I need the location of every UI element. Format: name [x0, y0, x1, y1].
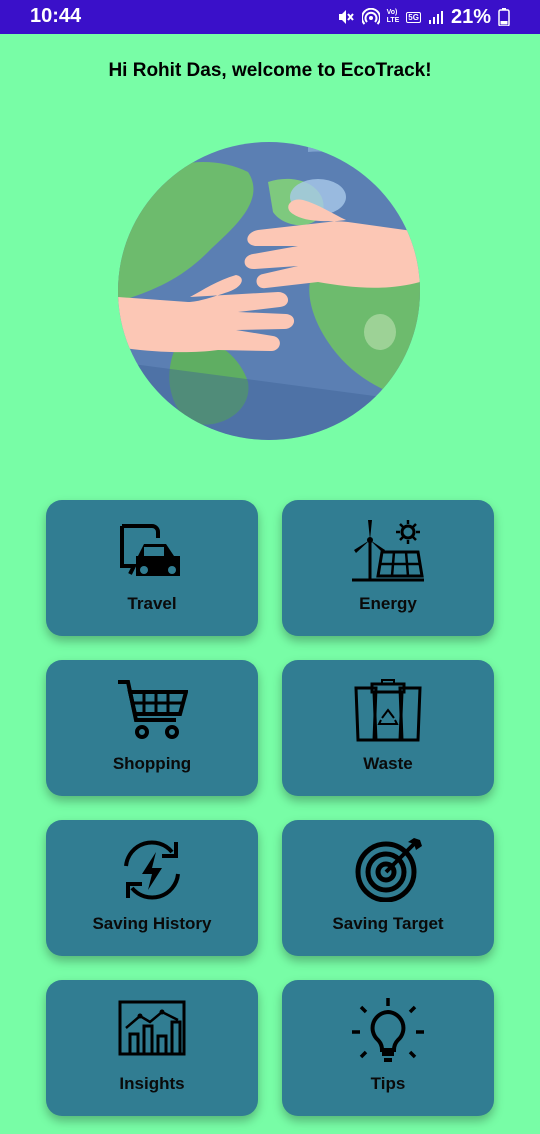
tile-travel[interactable]: Travel	[46, 500, 258, 636]
tile-label: Travel	[127, 594, 177, 613]
insights-chart-icon	[118, 1000, 186, 1056]
hotspot-icon	[361, 8, 380, 25]
tile-label: Saving Target	[332, 914, 444, 933]
earth-hands-illustration	[118, 142, 420, 440]
tile-saving-target[interactable]: Saving Target	[282, 820, 494, 956]
battery-icon	[498, 8, 510, 26]
tile-tips[interactable]: Tips	[282, 980, 494, 1116]
signal-icon	[428, 11, 443, 24]
tile-label: Tips	[370, 1074, 406, 1093]
saving-history-icon	[124, 840, 180, 900]
travel-icon	[120, 524, 180, 576]
tile-insights[interactable]: Insights	[46, 980, 258, 1116]
energy-icon	[352, 520, 424, 582]
mute-icon	[338, 10, 354, 24]
tile-label: Insights	[119, 1074, 185, 1093]
tile-label: Energy	[359, 594, 417, 613]
tile-shopping[interactable]: Shopping	[46, 660, 258, 796]
lightbulb-icon	[352, 998, 424, 1062]
volte-indicator: Vo) LTE	[386, 9, 400, 24]
tile-label: Waste	[363, 754, 413, 773]
battery-percent: 21%	[450, 5, 491, 28]
tile-label: Shopping	[112, 754, 192, 773]
status-icons: Vo) LTE 5G 21%	[337, 5, 510, 29]
tile-saving-history[interactable]: Saving History	[46, 820, 258, 956]
tile-waste[interactable]: Waste	[282, 660, 494, 796]
tile-label: Saving History	[92, 914, 212, 933]
network-5g-indicator: 5G	[406, 11, 421, 23]
status-bar: 10:44 Vo) LTE 5G 21%	[0, 0, 540, 34]
waste-bins-icon	[354, 679, 422, 742]
tile-energy[interactable]: Energy	[282, 500, 494, 636]
welcome-title: Hi Rohit Das, welcome to EcoTrack!	[108, 60, 432, 81]
target-icon	[355, 838, 422, 902]
status-time: 10:44	[30, 5, 82, 27]
shopping-cart-icon	[118, 680, 188, 739]
